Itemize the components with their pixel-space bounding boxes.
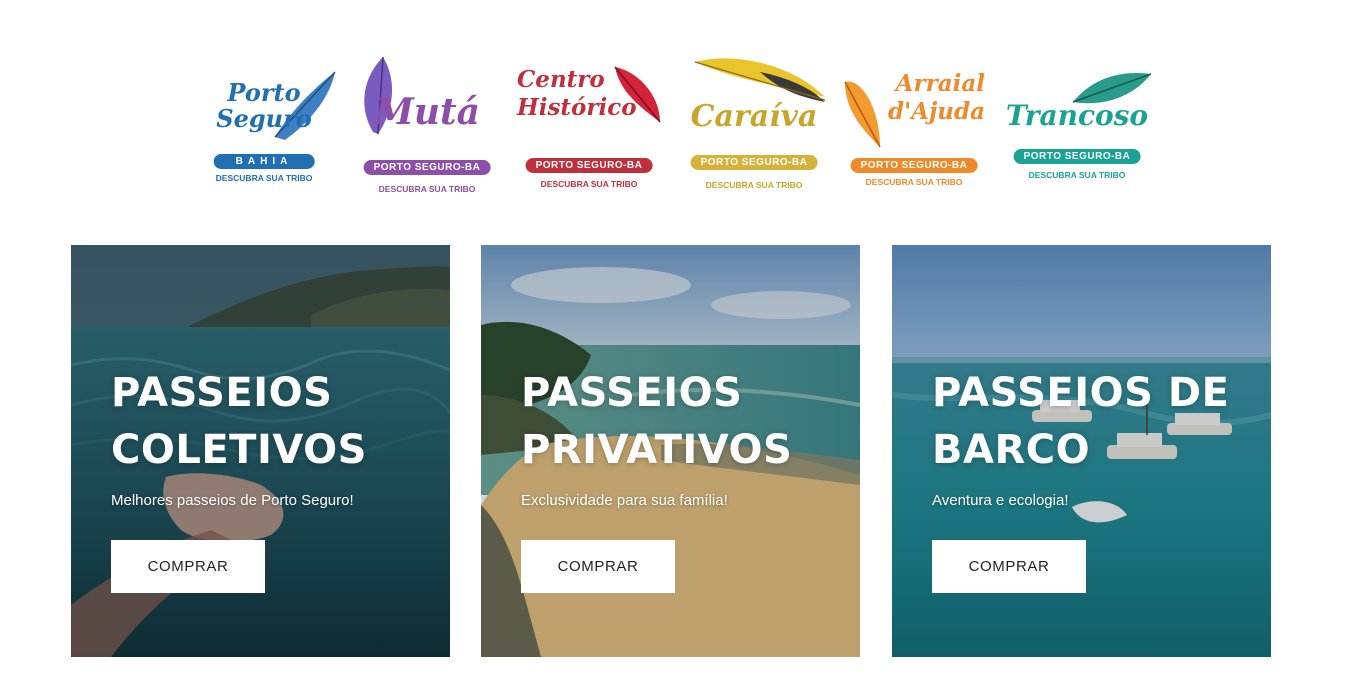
card-title: PASSEIOS COLETIVOS [111,370,367,473]
logo-badge: PORTO SEGURO-BA [363,160,491,175]
logo-tagline: DESCUBRA SUA TRIBO [215,173,313,183]
logo-tagline: DESCUBRA SUA TRIBO [540,179,638,189]
logo-porto-seguro[interactable]: Porto Seguro BAHIA DESCUBRA SUA TRIBO [190,52,338,202]
logo-badge: PORTO SEGURO-BA [850,158,978,173]
card-title: PASSEIOS DE BARCO [932,370,1230,473]
logo-tagline: DESCUBRA SUA TRIBO [1028,170,1126,180]
logo-tagline: DESCUBRA SUA TRIBO [705,180,803,190]
logo-title: Trancoso [1005,99,1149,132]
card-subtitle: Exclusividade para sua família! [521,492,728,509]
logo-badge: PORTO SEGURO-BA [690,155,818,170]
comprar-button[interactable]: COMPRAR [932,540,1086,593]
logo-title: Mutá [374,91,480,133]
logo-title: Arraial d'Ajuda [888,70,985,125]
card-subtitle: Aventura e ecologia! [932,492,1069,509]
logo-arraial-dajuda[interactable]: Arraial d'Ajuda PORTO SEGURO-BA DESCUBRA … [840,52,988,202]
tour-cards: PASSEIOS COLETIVOS Melhores passeios de P… [71,245,1271,657]
card-passeios-coletivos[interactable]: PASSEIOS COLETIVOS Melhores passeios de P… [71,245,450,657]
card-title: PASSEIOS PRIVATIVOS [521,370,793,473]
destination-logos: Porto Seguro BAHIA DESCUBRA SUA TRIBO Mut… [190,52,1152,202]
logo-badge: BAHIA [213,154,315,169]
logo-title: Porto Seguro [216,78,312,133]
logo-title: Centro Histórico [517,66,637,121]
logo-muta[interactable]: Mutá PORTO SEGURO-BA DESCUBRA SUA TRIBO [353,52,501,202]
logo-badge: PORTO SEGURO-BA [525,158,653,173]
card-passeios-de-barco[interactable]: PASSEIOS DE BARCO Aventura e ecologia! CO… [892,245,1271,657]
card-passeios-privativos[interactable]: PASSEIOS PRIVATIVOS Exclusividade para su… [481,245,860,657]
logo-trancoso[interactable]: Trancoso PORTO SEGURO-BA DESCUBRA SUA TR… [1003,52,1151,202]
logo-badge: PORTO SEGURO-BA [1013,149,1141,164]
comprar-button[interactable]: COMPRAR [521,540,675,593]
logo-centro-historico[interactable]: Centro Histórico PORTO SEGURO-BA DESCUBRA… [515,52,663,202]
logo-title: Caraíva [690,99,818,134]
logo-tagline: DESCUBRA SUA TRIBO [378,184,476,194]
card-subtitle: Melhores passeios de Porto Seguro! [111,492,354,509]
logo-tagline: DESCUBRA SUA TRIBO [865,177,963,187]
logo-caraiva[interactable]: Caraíva PORTO SEGURO-BA DESCUBRA SUA TRI… [680,52,828,202]
comprar-button[interactable]: COMPRAR [111,540,265,593]
